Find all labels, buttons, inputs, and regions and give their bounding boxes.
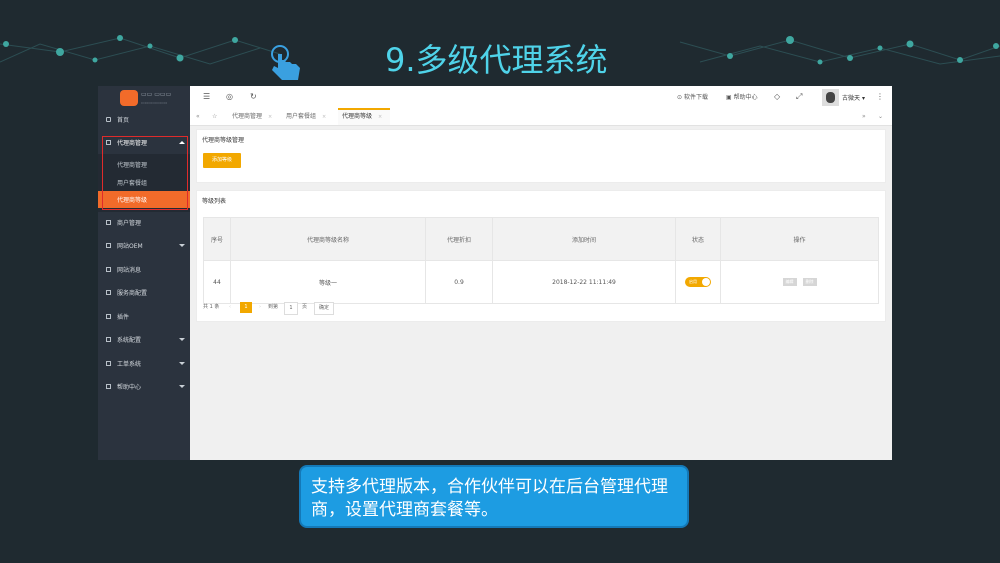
column-header: 代理商等级名称 [230,217,426,261]
sidebar-item-help[interactable]: 帮助中心 [98,376,190,398]
more-icon[interactable]: ⋮ [876,93,884,101]
pager-prev-icon[interactable]: ‹ [229,302,231,313]
sidebar-item-home[interactable]: 首页 [98,109,190,131]
grid-icon [106,220,111,225]
column-header: 代理折扣 [425,217,493,261]
close-icon[interactable]: × [268,114,272,120]
tab-scroll-right-icon[interactable]: » [862,108,866,125]
chevron-down-icon[interactable]: ⌄ [878,108,883,125]
pager-goto-label: 到第 [268,304,279,310]
panel-title: 等级列表 [202,198,227,205]
cell-id: 44 [203,260,231,304]
grid-icon [106,290,111,295]
chevron-down-icon [179,385,185,388]
refresh-icon[interactable]: ↻ [250,93,257,101]
grid-icon [106,384,111,389]
delete-button[interactable]: 删除 [802,278,817,286]
tab-agent-level[interactable]: 代理商等级 × [338,108,390,125]
chevron-down-icon [179,362,185,365]
admin-app-window: ▭▭ ▭▭▭ ▭▭▭▭▭▭▭ 首页 代理商管理 代理商管理 用户套餐组 代理商等… [98,86,892,460]
hand-pointer-icon [271,45,300,80]
cell-created: 2018-12-22 11:11:49 [492,260,676,304]
home-icon [106,117,111,122]
tab-scroll-left-icon[interactable]: « [196,108,200,125]
column-header: 操作 [720,217,879,261]
pager-current[interactable]: 1 [240,302,252,313]
sidebar-item-merchant[interactable]: 商户管理 [98,212,190,234]
table-row: 44 等级一 0.9 2018-12-22 11:11:49 启用 编辑 删除 [203,260,879,304]
close-icon[interactable]: × [322,114,326,120]
chevron-down-icon [179,244,185,247]
grid-icon [106,337,111,342]
column-header: 序号 [203,217,231,261]
tag-icon[interactable]: ◇ [774,93,780,101]
sidebar-item-plugins[interactable]: 插件 [98,306,190,328]
cell-name: 等级一 [230,260,426,304]
close-icon[interactable]: × [378,114,382,120]
caption-box: 支持多代理版本，合作伙伴可以在后台管理代理商，设置代理商套餐等。 [299,465,689,528]
panel-title: 代理商等级管理 [202,137,245,144]
sidebar: ▭▭ ▭▭▭ ▭▭▭▭▭▭▭ 首页 代理商管理 代理商管理 用户套餐组 代理商等… [98,86,190,460]
download-icon: ⊙ [677,94,683,101]
edit-button[interactable]: 编辑 [782,278,797,286]
sidebar-item-provider-config[interactable]: 服务商配置 [98,282,190,304]
sidebar-item-messages[interactable]: 网站消息 [98,259,190,281]
grid-icon [106,314,111,319]
add-level-button[interactable]: 添加等级 [203,153,241,168]
tab-user-package[interactable]: 用户套餐组 × [286,108,340,125]
level-table: 序号 代理商等级名称 代理折扣 添加时间 状态 操作 44 等级一 0.9 20… [203,217,879,304]
sidebar-item-tickets[interactable]: 工单系统 [98,353,190,375]
home-tab-icon[interactable]: ☆ [212,108,217,125]
pager-goto-input[interactable]: 1 [284,302,298,315]
status-toggle[interactable]: 启用 [685,277,711,287]
fullscreen-icon[interactable]: ⤢ [796,93,802,101]
cell-actions: 编辑 删除 [720,260,879,304]
cell-discount: 0.9 [425,260,493,304]
pager-total: 共 1 条 [203,304,220,310]
column-header: 状态 [675,217,721,261]
level-list-panel: 等级列表 序号 代理商等级名称 代理折扣 添加时间 状态 操作 44 等级一 0… [196,190,886,322]
top-toolbar: ☰ ◎ ↻ ⊙ 软件下载 ▣ 帮助中心 ◇ ⤢ 古微天 ▾ ⋮ [190,86,892,109]
slide-title: 9.多级代理系统 [385,41,608,79]
grid-icon [106,361,111,366]
globe-icon[interactable]: ◎ [226,93,233,101]
download-link[interactable]: ⊙ 软件下载 [677,92,708,101]
pager-page-unit: 页 [302,304,308,310]
chevron-down-icon [179,338,185,341]
caret-down-icon: ▾ [861,95,865,102]
menu-toggle-icon[interactable]: ☰ [203,93,210,101]
sidebar-item-system-config[interactable]: 系统配置 [98,329,190,351]
table-header-row: 序号 代理商等级名称 代理折扣 添加时间 状态 操作 [203,217,879,261]
avatar[interactable] [822,89,839,106]
highlight-annotation-box [102,136,188,210]
level-management-panel: 代理商等级管理 添加等级 [196,129,886,183]
cell-status: 启用 [675,260,721,304]
help-icon: ▣ [726,94,732,101]
brand-tagline: ▭▭▭▭▭▭▭ [141,100,168,105]
tab-agent-management[interactable]: 代理商管理 × [232,108,286,125]
help-center-link[interactable]: ▣ 帮助中心 [726,92,758,101]
tab-bar: « ☆ 代理商管理 × 用户套餐组 × 代理商等级 × » ⌄ [190,108,892,126]
grid-icon [106,267,111,272]
user-menu[interactable]: 古微天 ▾ [842,93,865,102]
sidebar-item-oem[interactable]: 网站OEM [98,235,190,257]
brand-name: ▭▭ ▭▭▭ [141,91,172,98]
pager-next-icon[interactable]: › [259,302,261,313]
grid-icon [106,243,111,248]
brand-logo [120,90,138,106]
column-header: 添加时间 [492,217,676,261]
pager-confirm-button[interactable]: 确定 [314,302,334,315]
